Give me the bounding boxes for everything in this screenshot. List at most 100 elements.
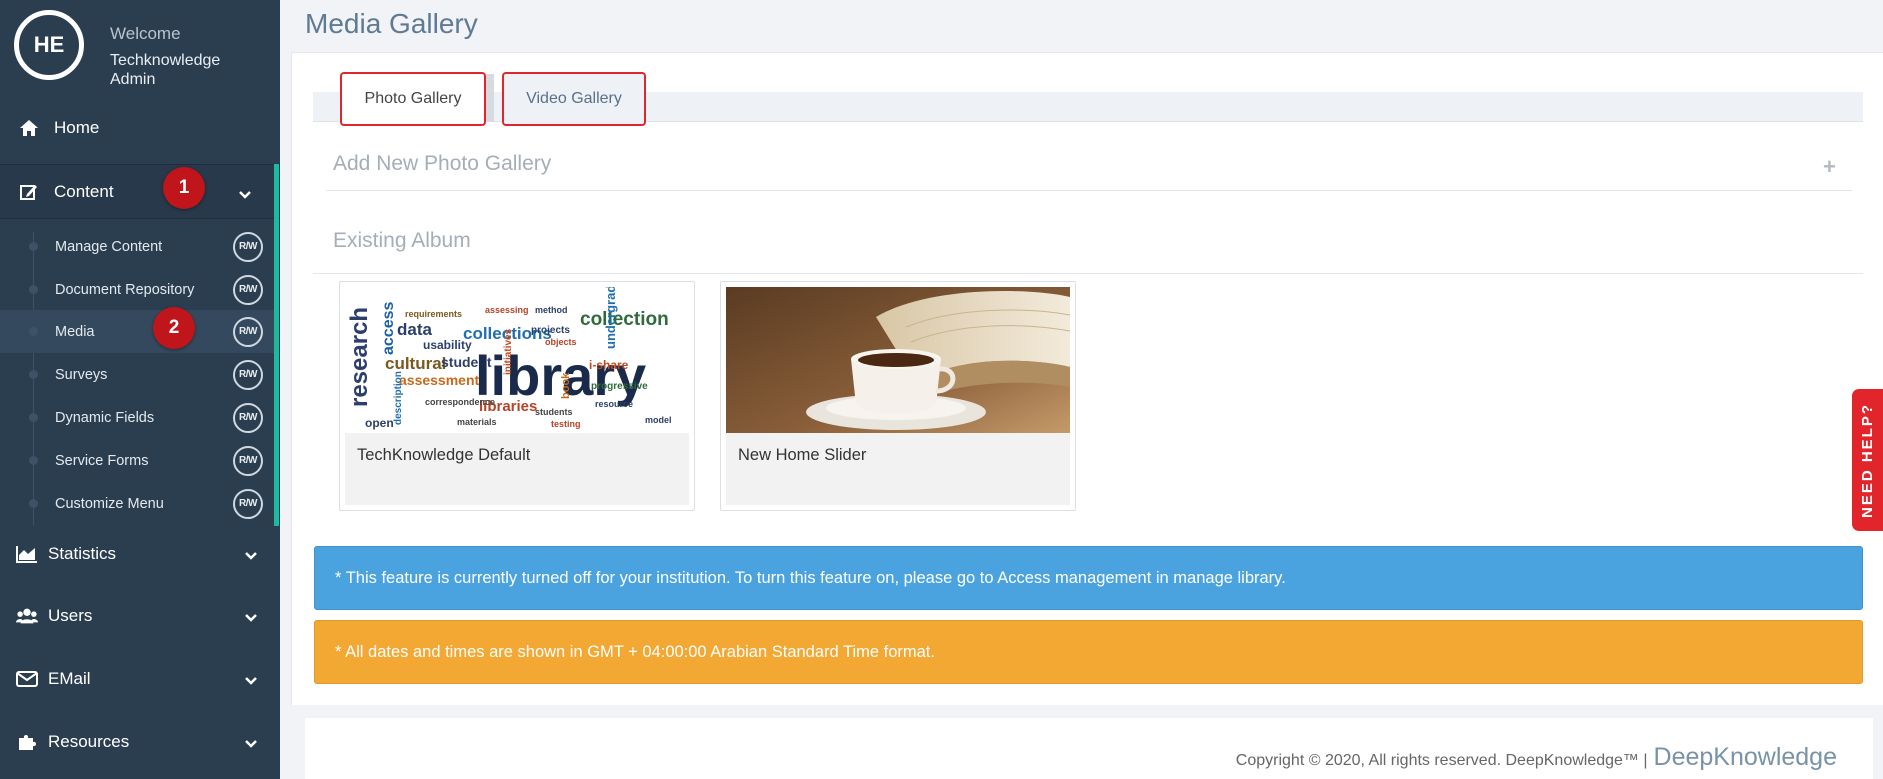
album-caption-box: New Home Slider [726,433,1070,505]
need-help-button[interactable]: NEED HELP? [1852,389,1883,531]
chevron-down-icon [244,546,258,566]
nav-email-label: EMail [48,669,91,688]
rw-badge: R/W [233,359,263,390]
svg-text:correspondence: correspondence [425,397,495,407]
bullet-dot [29,370,38,379]
svg-text:testing: testing [551,419,581,429]
submenu-label: Manage Content [55,238,163,255]
bullet-dot [29,456,38,465]
info-alert: * This feature is currently turned off f… [314,546,1863,610]
submenu-label: Media [55,323,95,340]
svg-text:description: description [393,371,404,425]
copyright: Copyright © 2020, All rights reserved. D… [1236,743,1837,772]
submenu-label: Dynamic Fields [55,409,155,426]
svg-text:usability: usability [423,338,472,352]
album-thumbnail[interactable]: research access data collections collect… [345,258,689,433]
edit-icon [18,182,40,202]
svg-text:assessment: assessment [399,372,480,388]
nav-content[interactable]: Content [0,164,280,219]
chevron-down-icon [244,608,258,628]
submenu-item-manage-content[interactable]: Manage Content R/W [0,225,274,268]
nav-resources-label: Resources [48,732,130,751]
footer: Copyright © 2020, All rights reserved. D… [305,718,1873,779]
svg-text:projects: projects [531,325,570,336]
svg-text:requirements: requirements [405,309,462,319]
bullet-dot [29,413,38,422]
nav-email[interactable]: EMail [0,654,280,704]
rw-badge: R/W [233,274,263,305]
warning-alert-text: * All dates and times are shown in GMT +… [335,642,935,661]
nav-users-label: Users [48,606,93,625]
svg-text:method: method [535,305,568,315]
svg-text:initiatives: initiatives [503,328,514,375]
svg-text:materials: materials [457,417,497,427]
svg-text:collection: collection [580,309,669,330]
submenu-label: Surveys [55,366,108,383]
existing-album-heading: Existing Album [333,229,471,252]
bullet-dot [29,327,38,336]
nav-statistics[interactable]: Statistics [0,529,280,579]
submenu-item-service-forms[interactable]: Service Forms R/W [0,439,274,482]
bullet-dot [29,499,38,508]
svg-text:objects: objects [545,337,577,347]
svg-text:resource: resource [595,399,633,409]
add-new-gallery-heading[interactable]: Add New Photo Gallery [333,152,551,176]
rw-badge: R/W [233,231,263,262]
avatar[interactable]: HE [14,10,84,80]
svg-text:access: access [380,302,397,355]
submenu-item-surveys[interactable]: Surveys R/W [0,353,274,396]
svg-text:progressive: progressive [591,381,648,392]
svg-text:open: open [365,416,394,430]
svg-text:assessing: assessing [485,305,529,315]
album-card[interactable]: research access data collections collect… [339,258,695,511]
rw-badge: R/W [233,402,263,433]
rw-badge: R/W [233,445,263,476]
chevron-down-icon [238,185,252,205]
submenu-item-dynamic-fields[interactable]: Dynamic Fields R/W [0,396,274,439]
submenu-label: Service Forms [55,452,149,469]
profile-block: HE Welcome Techknowledge Admin [0,0,280,96]
submenu-item-document-repository[interactable]: Document Repository R/W [0,268,274,311]
envelope-icon [16,671,38,687]
chevron-down-icon [244,671,258,691]
tab-video-gallery[interactable]: Video Gallery [502,72,646,126]
svg-text:undergraduate: undergraduate [603,287,618,349]
brand-logo-text[interactable]: DeepKnowledge [1654,743,1837,772]
plus-icon[interactable]: + [1823,154,1836,180]
step-badge-1: 1 [163,167,205,209]
sidebar: HE Welcome Techknowledge Admin Home Cont… [0,0,280,779]
bullet-dot [29,285,38,294]
nav-home-label: Home [54,118,100,137]
chart-area-icon [16,545,38,563]
svg-text:book: book [560,372,572,399]
welcome-text: Welcome [110,24,181,43]
page-title: Media Gallery [305,8,478,39]
svg-text:research: research [346,307,373,407]
divider [313,273,1863,274]
svg-text:model: model [645,415,672,425]
tab-photo-gallery[interactable]: Photo Gallery [340,72,486,126]
warning-alert: * All dates and times are shown in GMT +… [314,620,1863,684]
submenu-item-customize-menu[interactable]: Customize Menu R/W [0,482,274,525]
active-indicator [274,164,279,526]
album-thumbnail[interactable] [726,287,1071,433]
need-help-label: NEED HELP? [1859,402,1877,518]
album-caption-box: TechKnowledge Default [345,433,689,505]
users-icon [16,607,38,625]
album-name[interactable]: TechKnowledge Default [357,446,530,465]
nav-home[interactable]: Home [0,103,280,153]
album-name[interactable]: New Home Slider [738,446,866,465]
chevron-down-icon [244,734,258,754]
info-alert-text: * This feature is currently turned off f… [335,568,1286,587]
nav-resources[interactable]: Resources [0,717,280,767]
nav-users[interactable]: Users [0,591,280,641]
rw-badge: R/W [233,316,263,347]
submenu-label: Document Repository [55,281,195,298]
step-badge-2: 2 [153,307,195,349]
svg-text:i-share: i-share [589,358,629,372]
bullet-dot [29,242,38,251]
submenu-item-media[interactable]: Media R/W [0,310,274,353]
copyright-text: Copyright © 2020, All rights reserved. D… [1235,752,1648,769]
home-icon [18,119,40,137]
album-card[interactable]: New Home Slider [720,281,1076,511]
